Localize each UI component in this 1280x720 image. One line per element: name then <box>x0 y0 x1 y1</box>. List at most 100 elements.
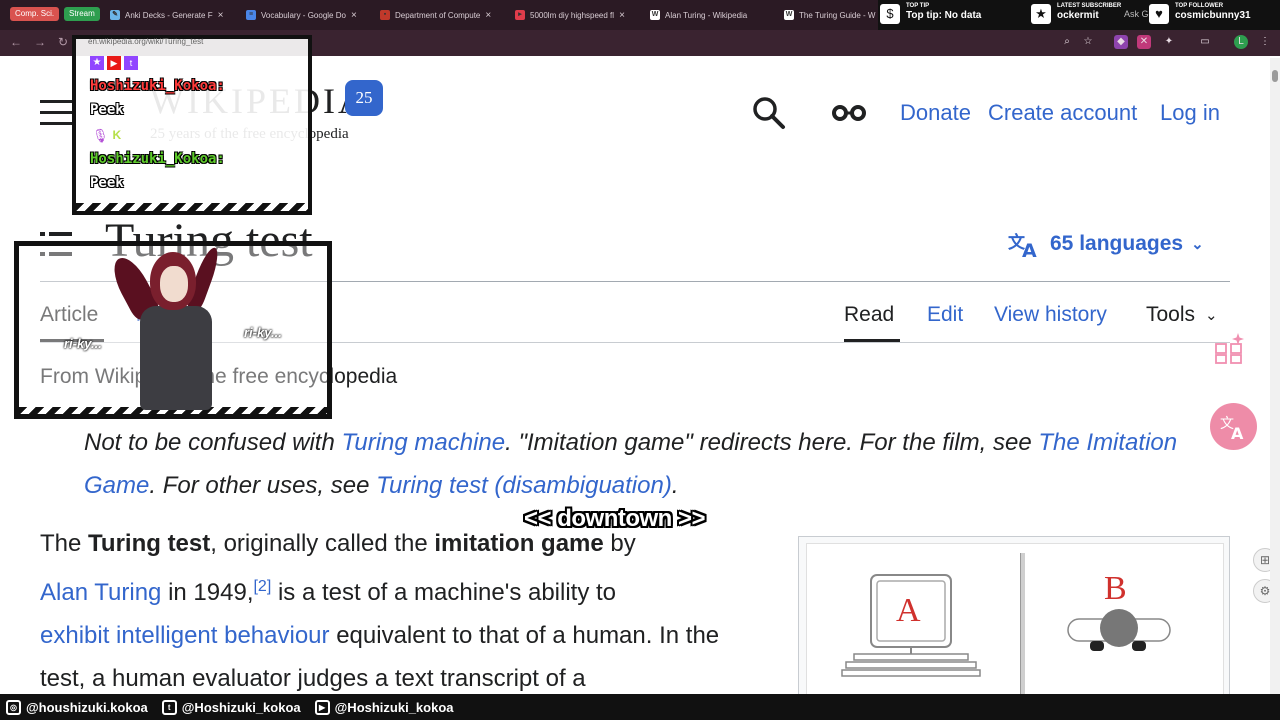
reload-icon[interactable]: ↻ <box>58 35 68 49</box>
tab-read[interactable]: Read <box>844 303 894 327</box>
sub-badge-icon: K <box>112 128 122 142</box>
tab-title: Anki Decks - Generate F <box>125 10 213 20</box>
latest-subscriber: LATEST SUBSCRIBER ockermit <box>1057 2 1121 22</box>
dept-icon: ▪ <box>380 10 390 20</box>
close-icon[interactable]: × <box>351 10 357 21</box>
chat-badges: 🎙 K <box>92 128 121 144</box>
social-handle: @houshizuki.kokoa <box>26 699 148 715</box>
search-icon[interactable] <box>752 96 786 130</box>
microphone-badge-icon: 🎙 <box>92 128 109 143</box>
back-icon[interactable]: ← <box>10 35 22 49</box>
chevron-down-icon: ⌄ <box>1205 307 1218 324</box>
apps-grid-icon[interactable] <box>1214 332 1246 364</box>
latest-subscriber-value: ockermit <box>1057 10 1099 21</box>
browser-tab[interactable]: ▸ 5000lm diy highspeed fl × <box>515 0 643 30</box>
star-icon: ★ <box>1031 4 1051 24</box>
chat-username: Hoshizuki_Kokoa: <box>90 151 225 167</box>
reference-link[interactable]: [2] <box>253 578 271 595</box>
lead-text: The <box>40 530 89 557</box>
extension-icon[interactable]: ◆ <box>1114 35 1128 49</box>
lead-text: in 1949, <box>161 579 254 606</box>
social-handle: @Hoshizuki_kokoa <box>181 699 301 715</box>
hatnote-text: Not to be confused with <box>84 429 342 456</box>
translate-widget-icon[interactable]: 文 A <box>1210 403 1257 450</box>
alan-turing-link[interactable]: Alan Turing <box>40 579 161 606</box>
tab-view-history[interactable]: View history <box>994 303 1107 327</box>
zoom-icon[interactable]: ⌕ <box>1060 35 1074 49</box>
lead-text: by <box>603 530 636 557</box>
tab-title: Department of Compute <box>395 10 481 20</box>
social-youtube: ▶ @Hoshizuki_kokoa <box>314 699 454 715</box>
language-count-label: 65 languages <box>1050 232 1184 255</box>
tab-title: Vocabulary - Google Do <box>261 10 346 20</box>
top-follower: TOP FOLLOWER cosmicbunny31 <box>1175 2 1251 22</box>
menu-kebab-icon[interactable]: ⋮ <box>1258 35 1272 49</box>
browser-tab[interactable]: ▪ Department of Compute × <box>380 0 504 30</box>
browser-tab[interactable]: W Alan Turing - Wikipedia <box>650 0 778 30</box>
instagram-icon: ◎ <box>6 699 21 715</box>
translate-icon: 文 A <box>1008 232 1037 258</box>
docs-icon: ≡ <box>246 10 256 20</box>
social-handle: @Hoshizuki_kokoa <box>334 699 454 715</box>
donate-link[interactable]: Donate <box>900 100 971 126</box>
appearance-glasses-icon[interactable] <box>832 104 866 122</box>
latest-subscriber-label: LATEST SUBSCRIBER <box>1057 3 1122 9</box>
lead-paragraph: The Turing test, originally called the i… <box>40 522 770 700</box>
chat-badges: ★ ▶ t <box>90 56 138 70</box>
social-handles-bar: ◎ @houshizuki.kokoa t @Hoshizuki_kokoa ▶… <box>0 694 1280 720</box>
tools-label: Tools <box>1146 303 1196 326</box>
close-icon[interactable]: × <box>218 10 224 21</box>
tab-title: The Turing Guide - Wi <box>799 10 876 20</box>
disambiguation-link[interactable]: Turing test (disambiguation) <box>376 472 672 499</box>
tab-edit[interactable]: Edit <box>927 303 963 327</box>
extensions-puzzle-icon[interactable]: ✦ <box>1162 35 1176 49</box>
chevron-down-icon: ⌄ <box>1191 236 1204 253</box>
close-icon[interactable]: × <box>619 10 625 21</box>
scrollbar-track[interactable] <box>1270 58 1280 704</box>
hatnote-text: . "Imitation game" redirects here. For t… <box>505 429 1039 456</box>
lead-text: , originally called the <box>210 530 435 557</box>
main-menu-hamburger-icon[interactable] <box>40 100 72 126</box>
wikipedia-icon: W <box>784 10 794 20</box>
profile-avatar[interactable]: L <box>1234 35 1248 49</box>
chat-message: Peek <box>90 175 124 191</box>
youtube-icon: ▶ <box>314 699 330 715</box>
lead-bold: Turing test <box>88 530 211 557</box>
top-tip-value: Top tip: No data <box>906 10 982 21</box>
human-b-illustration <box>1067 609 1171 651</box>
browser-tab[interactable]: W The Turing Guide - Wi <box>784 0 876 30</box>
chat-username: Hoshizuki_Kokoa: <box>90 78 225 94</box>
create-account-link[interactable]: Create account <box>988 100 1137 126</box>
intelligent-behaviour-link[interactable]: exhibit intelligent behaviour <box>40 622 330 649</box>
side-panel-icon[interactable]: ▭ <box>1198 35 1212 49</box>
figure-label-b: B <box>1104 570 1127 607</box>
top-follower-value: cosmicbunny31 <box>1175 10 1251 21</box>
chat-message: Peek <box>90 102 124 118</box>
log-in-link[interactable]: Log in <box>1160 100 1220 126</box>
top-follower-label: TOP FOLLOWER <box>1175 3 1224 9</box>
star-badge-icon: ★ <box>90 56 104 70</box>
browser-tab[interactable]: ✎ Anki Decks - Generate F × <box>110 0 238 30</box>
lead-text: is a test of a machine's ability to <box>271 579 617 606</box>
forward-icon[interactable]: → <box>34 35 46 49</box>
heart-icon: ♥ <box>1149 4 1169 24</box>
wikipedia-25-puzzle-logo[interactable]: 25 <box>345 80 383 116</box>
social-twitter: t @Hoshizuki_kokoa <box>161 699 301 715</box>
figure-label-a: A <box>896 592 921 629</box>
tab-title: 5000lm diy highspeed fl <box>530 10 615 20</box>
language-selector-button[interactable]: 文 A 65 languages ⌄ <box>1008 230 1204 258</box>
hatnote-text: . <box>671 472 679 499</box>
top-tip-label: TOP TIP <box>906 3 930 9</box>
bookmark-star-icon[interactable]: ☆ <box>1081 35 1095 49</box>
tools-dropdown[interactable]: Tools ⌄ <box>1146 303 1218 327</box>
tab-group-comp-sci[interactable]: Comp. Sci. <box>10 7 60 21</box>
extension-icon[interactable]: ✕ <box>1137 35 1151 49</box>
twitch-badge-icon: t <box>124 56 138 70</box>
address-bar-url[interactable]: en.wikipedia.org/wiki/Turing_test <box>88 37 203 46</box>
close-icon[interactable]: × <box>485 10 491 21</box>
tab-group-stream[interactable]: Stream <box>64 7 100 21</box>
browser-tab[interactable]: ≡ Vocabulary - Google Do × <box>246 0 370 30</box>
top-tip: TOP TIP Top tip: No data <box>906 2 981 22</box>
turing-machine-link[interactable]: Turing machine <box>341 429 505 456</box>
scrollbar-thumb[interactable] <box>1272 70 1278 82</box>
